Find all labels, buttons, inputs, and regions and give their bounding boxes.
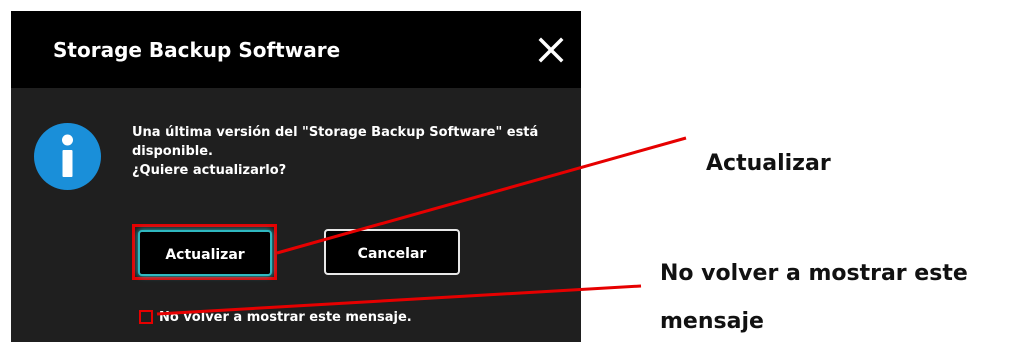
screenshot-stage: Storage Backup Software Una última versi…	[0, 0, 1029, 345]
dialog-titlebar: Storage Backup Software	[11, 11, 581, 88]
dont-show-again-label: No volver a mostrar este mensaje.	[159, 309, 412, 325]
update-message: Una última versión del "Storage Backup S…	[132, 123, 562, 180]
info-icon	[34, 123, 101, 190]
close-icon[interactable]	[537, 36, 565, 64]
update-button[interactable]: Actualizar	[138, 230, 272, 276]
message-line: ¿Quiere actualizarlo?	[132, 163, 287, 178]
callout-dont-show-label: No volver a mostrar este mensaje	[660, 250, 968, 345]
message-line: Una última versión del "Storage Backup S…	[132, 125, 539, 140]
dialog-title: Storage Backup Software	[53, 38, 341, 62]
dont-show-again-row[interactable]: No volver a mostrar este mensaje.	[139, 307, 412, 327]
update-dialog: Storage Backup Software Una última versi…	[11, 11, 581, 342]
dont-show-again-checkbox[interactable]	[139, 310, 153, 324]
message-line: disponible.	[132, 144, 213, 159]
callout-dont-show-line: No volver a mostrar este	[660, 261, 968, 286]
callout-update-label: Actualizar	[706, 151, 831, 176]
callout-dont-show-line: mensaje	[660, 309, 764, 334]
cancel-button[interactable]: Cancelar	[324, 229, 460, 275]
